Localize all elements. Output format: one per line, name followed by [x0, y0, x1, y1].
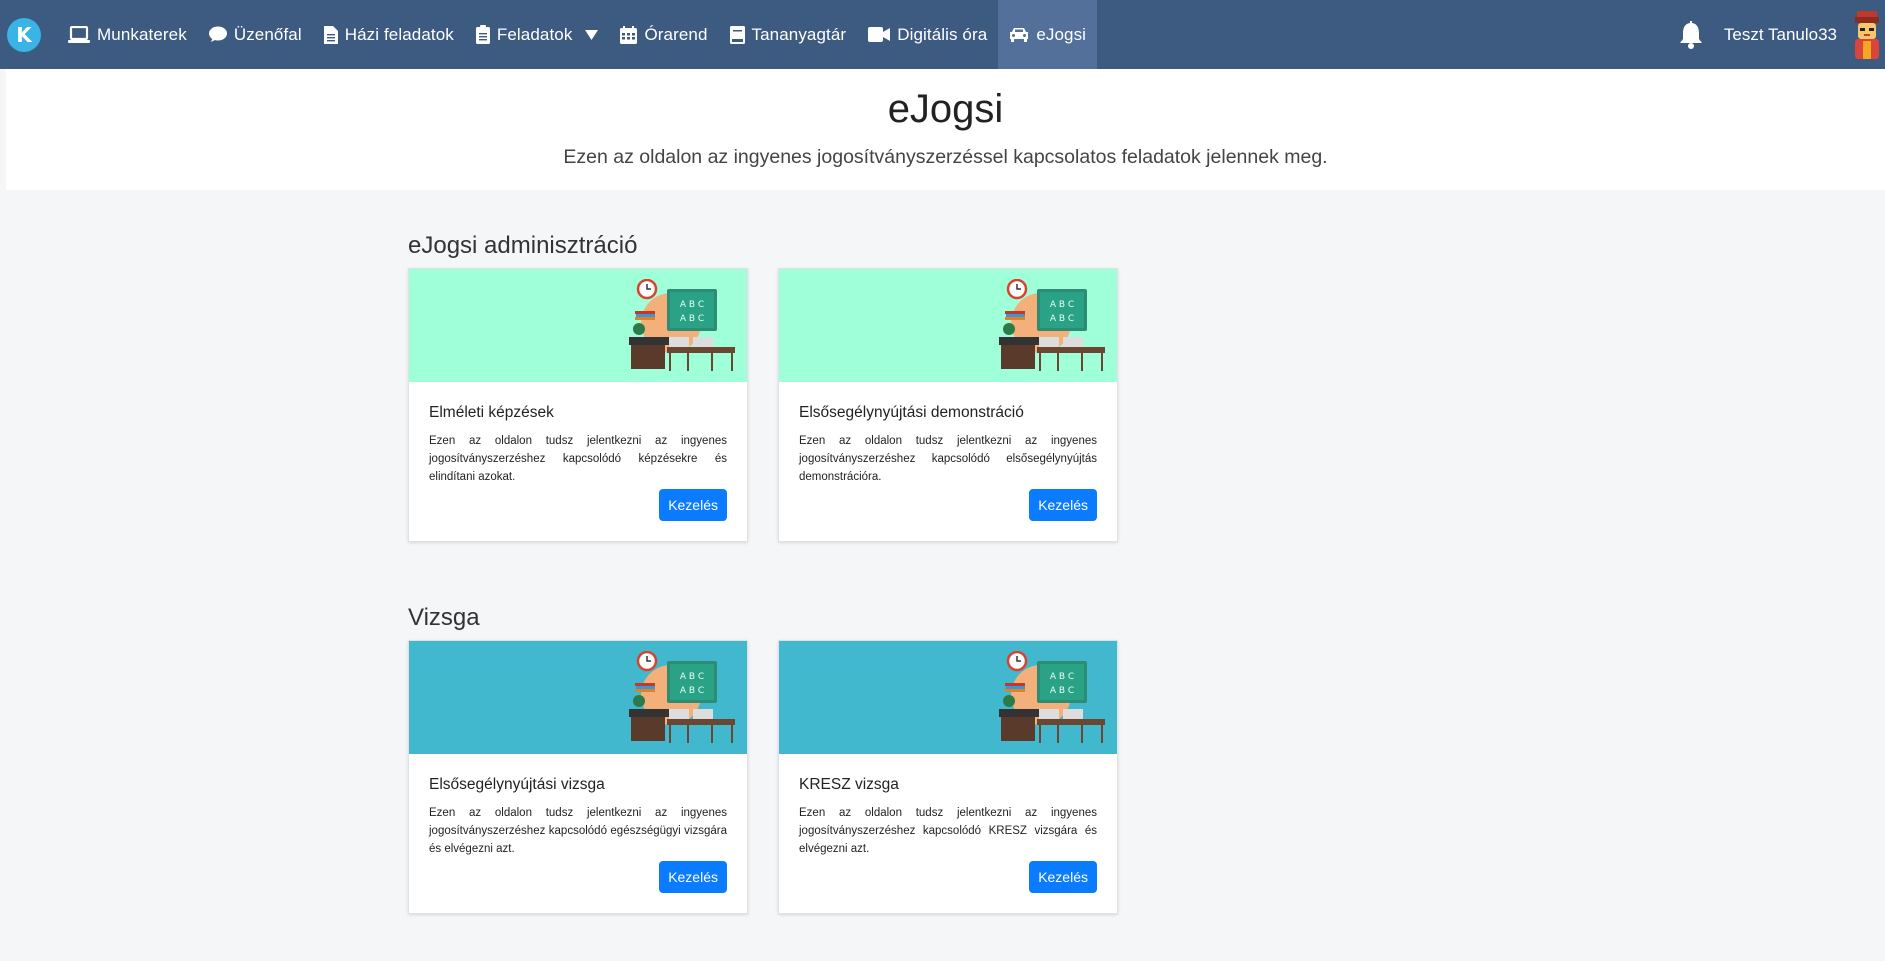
- nav-item-label: eJogsi: [1036, 24, 1087, 44]
- nav-item-label: Házi feladatok: [344, 24, 454, 44]
- user-area: Teszt Tanulo33: [1678, 0, 1885, 69]
- card-description: Ezen az oldalon tudsz jelentkezni az ing…: [799, 807, 1097, 855]
- classroom-illustration: A B C A B C: [629, 279, 735, 371]
- caret-down-icon: [585, 29, 599, 40]
- nav-item-label: Feladatok: [496, 24, 573, 44]
- card-kresz-vizsga: A B C A B C KRESZ vizsga Ezen az oldalon…: [778, 640, 1118, 914]
- card-title: Elsősegélynyújtási vizsga: [429, 776, 605, 793]
- user-name[interactable]: Teszt Tanulo33: [1724, 25, 1837, 45]
- board-text: A B C: [1050, 300, 1074, 310]
- nav-item-digitalis-ora[interactable]: Digitális óra: [857, 0, 998, 69]
- card-elsosegely-vizsga: A B C A B C Elsősegélynyújtási vizsga Ez…: [408, 640, 748, 914]
- section-title-vizsga: Vizsga: [408, 604, 480, 631]
- board-text: A B C: [1050, 314, 1074, 324]
- chat-bubble-icon: [208, 26, 227, 43]
- card-banner: A B C A B C: [779, 641, 1117, 754]
- page-subtitle: Ezen az oldalon az ingyenes jogosítványs…: [563, 146, 1328, 168]
- card-elmeleti-kepzesek: A B C A B C Elméleti képzések Ezen az ol…: [408, 268, 748, 542]
- card-title: Elsősegélynyújtási demonstráció: [799, 404, 1024, 421]
- kezeles-button[interactable]: Kezelés: [659, 489, 727, 521]
- board-text: A B C: [680, 686, 704, 696]
- nav-item-ejogsi[interactable]: eJogsi: [998, 0, 1098, 69]
- page-header: eJogsi Ezen az oldalon az ingyenes jogos…: [6, 69, 1885, 190]
- main-nav: Munkaterek Üzenőfal Házi feladatok Felad…: [57, 0, 1098, 69]
- classroom-illustration: A B C A B C: [999, 651, 1105, 743]
- classroom-illustration: A B C A B C: [629, 651, 735, 743]
- nav-item-label: Órarend: [644, 24, 708, 44]
- card-banner: A B C A B C: [409, 269, 747, 382]
- notification-bell-icon[interactable]: [1678, 20, 1704, 49]
- nav-item-label: Munkaterek: [97, 24, 187, 44]
- nav-item-tananyagtar[interactable]: Tananyagtár: [719, 0, 858, 69]
- clipboard-icon: [475, 25, 490, 44]
- section-title-administration: eJogsi adminisztráció: [408, 232, 638, 259]
- nav-item-feladatok[interactable]: Feladatok: [465, 0, 610, 69]
- board-text: A B C: [680, 314, 704, 324]
- nav-item-label: Tananyagtár: [751, 24, 847, 44]
- board-text: A B C: [1050, 686, 1074, 696]
- nav-item-orarend[interactable]: Órarend: [609, 0, 718, 69]
- book-icon: [729, 25, 745, 44]
- laptop-icon: [68, 25, 90, 44]
- card-elsosegely-demonstracio: A B C A B C Elsősegélynyújtási demonstrá…: [778, 268, 1118, 542]
- card-banner: A B C A B C: [779, 269, 1117, 382]
- app-logo[interactable]: K: [7, 17, 41, 52]
- card-description: Ezen az oldalon tudsz jelentkezni az ing…: [799, 435, 1097, 483]
- card-description: Ezen az oldalon tudsz jelentkezni az ing…: [429, 807, 727, 855]
- page-title: eJogsi: [887, 87, 1004, 131]
- nav-item-label: Üzenőfal: [233, 24, 302, 44]
- card-title: Elméleti képzések: [429, 404, 554, 421]
- card-description: Ezen az oldalon tudsz jelentkezni az ing…: [429, 435, 727, 483]
- nav-item-uzenofal[interactable]: Üzenőfal: [198, 0, 313, 69]
- board-text: A B C: [680, 300, 704, 310]
- nav-item-label: Digitális óra: [897, 24, 988, 44]
- nav-item-munkaterek[interactable]: Munkaterek: [57, 0, 198, 69]
- board-text: A B C: [1050, 672, 1074, 682]
- video-camera-icon: [868, 27, 891, 42]
- car-icon: [1009, 27, 1029, 42]
- kezeles-button[interactable]: Kezelés: [659, 861, 727, 893]
- document-icon: [323, 25, 338, 44]
- card-banner: A B C A B C: [409, 641, 747, 754]
- card-title: KRESZ vizsga: [799, 776, 899, 793]
- avatar[interactable]: [1849, 10, 1885, 59]
- nav-item-hazi-feladatok[interactable]: Házi feladatok: [313, 0, 465, 69]
- calendar-icon: [620, 25, 638, 44]
- kezeles-button[interactable]: Kezelés: [1029, 861, 1097, 893]
- classroom-illustration: A B C A B C: [999, 279, 1105, 371]
- board-text: A B C: [680, 672, 704, 682]
- top-navbar: K Munkaterek Üzenőfal Házi feladatok Fel…: [0, 0, 1885, 69]
- kezeles-button[interactable]: Kezelés: [1029, 489, 1097, 521]
